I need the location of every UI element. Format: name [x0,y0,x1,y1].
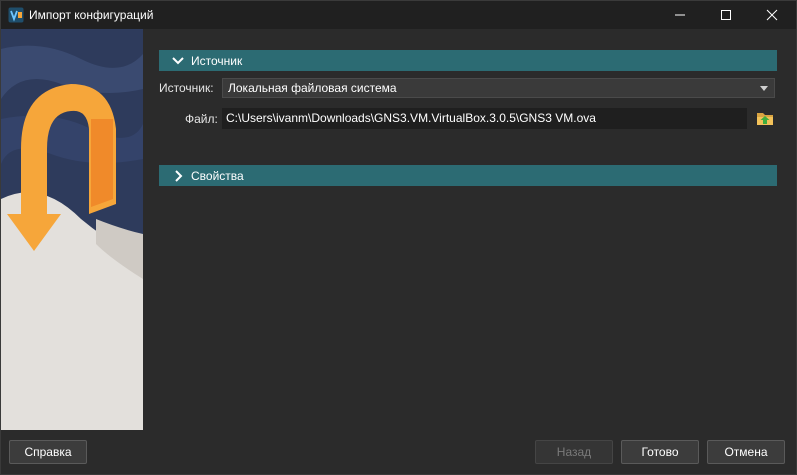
close-button[interactable] [749,1,795,29]
import-appliance-dialog: Импорт конфигураций Источник Источник: Л… [0,0,797,475]
source-select[interactable]: Локальная файловая система [222,78,775,98]
section-title-source: Источник [191,53,243,68]
source-select-value: Локальная файловая система [228,81,397,95]
folder-open-icon [757,113,773,125]
wizard-content: Источник Источник: Локальная файловая си… [143,29,796,430]
chevron-right-icon [175,169,183,182]
source-label: Источник: [159,81,214,95]
dropdown-arrow-icon [760,85,768,91]
close-icon [766,9,778,21]
maximize-button[interactable] [703,1,749,29]
finish-button[interactable]: Готово [621,440,699,464]
maximize-icon [721,10,731,20]
browse-file-button[interactable] [755,108,775,128]
section-header-source[interactable]: Источник [159,50,777,71]
dialog-footer: Справка Назад Готово Отмена [1,430,796,474]
back-button[interactable]: Назад [535,440,613,464]
file-label: Файл: [185,112,218,126]
minimize-button[interactable] [657,1,703,29]
chevron-down-icon [172,56,184,64]
virtualbox-logo-icon [8,7,24,23]
title-bar[interactable]: Импорт конфигураций [1,1,796,29]
import-arrow-illustration [1,29,143,430]
window-title: Импорт конфигураций [29,8,154,22]
section-title-properties: Свойства [191,168,244,183]
wizard-banner-image [1,29,143,430]
file-path-input[interactable]: C:\Users\ivanm\Downloads\GNS3.VM.Virtual… [222,108,747,129]
help-button[interactable]: Справка [9,440,87,464]
minimize-icon [675,14,685,16]
section-header-properties[interactable]: Свойства [159,165,777,186]
cancel-button[interactable]: Отмена [707,440,785,464]
